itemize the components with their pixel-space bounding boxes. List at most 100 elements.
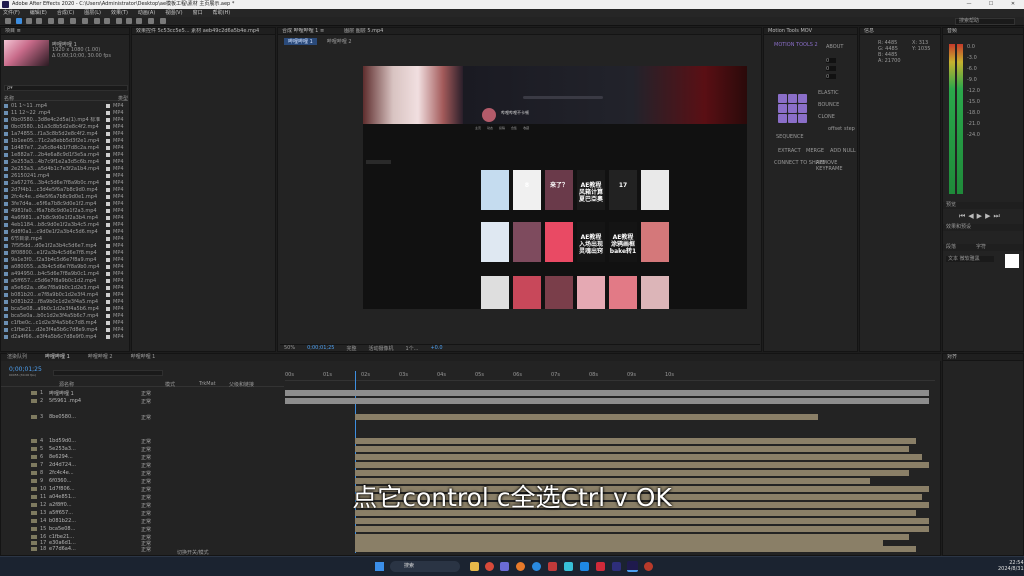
layer-mode[interactable]: 正常 [141, 462, 159, 469]
project-item[interactable]: 3fe7d4a...e5f6a7b8c9d0e1f2.mp4 MP4 [4, 201, 128, 206]
layer-source-name[interactable]: 2fc4c4e... [49, 470, 119, 476]
about-link[interactable]: ABOUT [826, 44, 843, 50]
font-select[interactable]: 文本 微软雅黑 [946, 256, 994, 262]
layer-mode[interactable]: 正常 [141, 470, 159, 477]
menu-edit[interactable]: 编辑(E) [30, 9, 47, 17]
layer-duration-bar[interactable] [355, 462, 929, 468]
label-swatch[interactable] [106, 243, 110, 248]
layer-row[interactable]: 7 2d4d724... 正常 [1, 462, 284, 468]
system-clock[interactable]: 22:54 2024/8/31 [998, 560, 1024, 572]
taskbar-search[interactable]: 搜索 [390, 561, 460, 572]
video-tile[interactable] [545, 170, 573, 210]
project-item[interactable]: a494950...b4c5d6e7f8a9b0c1.mp4 MP4 [4, 271, 128, 276]
label-swatch[interactable] [106, 124, 110, 129]
app-icon[interactable] [596, 562, 605, 571]
label-swatch[interactable] [106, 173, 110, 178]
eraser-tool-icon[interactable] [136, 18, 142, 24]
project-item[interactable]: 01 1~11 .mp4 MP4 [4, 103, 128, 108]
layer-source-name[interactable]: b081b22... [49, 518, 119, 524]
align-button[interactable] [798, 114, 807, 123]
layer-mode[interactable]: 正常 [141, 398, 159, 405]
photoshop-icon[interactable] [612, 562, 621, 571]
project-item[interactable]: 1a74855...f1a3c8b5d2e8c4f2.mp4 MP4 [4, 131, 128, 136]
composition-tab[interactable]: 合成 哔哩哔哩 1 ≡ [282, 28, 324, 34]
layer-label-color[interactable] [31, 471, 37, 475]
layer-source-name[interactable]: 哔哩哔哩 1 [49, 390, 119, 397]
layer-mode[interactable]: 正常 [141, 454, 159, 461]
merge-button[interactable]: MERGE [806, 148, 824, 154]
label-swatch[interactable] [106, 271, 110, 276]
puppet-tool-icon[interactable] [160, 18, 166, 24]
align-header[interactable]: 对齐 [943, 354, 1023, 361]
label-swatch[interactable] [106, 264, 110, 269]
menu-file[interactable]: 文件(F) [3, 9, 20, 17]
layer-mode[interactable]: 正常 [141, 518, 159, 525]
comp-tab-2[interactable]: 哔哩哔哩 2 [323, 38, 356, 45]
label-swatch[interactable] [106, 327, 110, 332]
layer-label-color[interactable] [31, 547, 37, 551]
align-button[interactable] [788, 114, 797, 123]
layer-duration-bar[interactable] [355, 438, 916, 444]
extract-button[interactable]: EXTRACT [778, 148, 801, 154]
layer-duration-bar[interactable] [355, 414, 818, 420]
comp-tab-1[interactable]: 哔哩哔哩 1 [284, 38, 317, 45]
project-item[interactable]: bca5e08...a9b0c1d2e3f4a5b6.mp4 MP4 [4, 306, 128, 311]
layer-row[interactable]: 6 8e6294... 正常 [1, 454, 284, 460]
layer-source-name[interactable]: 5f5961 .mp4 [49, 398, 119, 404]
project-search-input[interactable]: ρ▾ [4, 85, 128, 91]
label-swatch[interactable] [106, 166, 110, 171]
layer-source-name[interactable]: 1bd59d0... [49, 438, 119, 444]
video-tile[interactable] [641, 170, 669, 210]
align-button[interactable] [778, 114, 787, 123]
align-button[interactable] [778, 104, 787, 113]
app-icon[interactable] [500, 562, 509, 571]
maximize-button[interactable]: ☐ [980, 0, 1002, 9]
layer-duration-bar[interactable] [285, 390, 929, 396]
project-item[interactable]: 2a67276...3b4c5d6e7f8a9b0c.mp4 MP4 [4, 180, 128, 185]
project-item[interactable]: 7f5f5dd...d0e1f2a3b4c5d6e7.mp4 MP4 [4, 243, 128, 248]
layer-row[interactable]: 1 哔哩哔哩 1 正常 [1, 390, 284, 396]
layer-duration-bar[interactable] [285, 398, 929, 404]
project-item[interactable]: 6节目录.mp4 MP4 [4, 236, 128, 241]
brush-tool-icon[interactable] [116, 18, 122, 24]
col-mode[interactable]: 模式 [165, 381, 199, 388]
label-swatch[interactable] [106, 103, 110, 108]
project-panel-header[interactable]: 项目 ≡ [1, 28, 129, 35]
project-item[interactable]: 4eb1184...b8c9d0e1f2a3b4c5.mp4 MP4 [4, 222, 128, 227]
layer-mode[interactable]: 正常 [141, 446, 159, 453]
search-bar[interactable] [523, 96, 603, 99]
project-item[interactable]: b081b22...f8a9b0c1d2e3f4a5.mp4 MP4 [4, 299, 128, 304]
layer-label-color[interactable] [31, 527, 37, 531]
playback-controls[interactable]: ⏮◀▶▶⏭ [959, 212, 1003, 221]
close-button[interactable]: ✕ [1002, 0, 1024, 9]
project-item[interactable]: c1fbe0c...c1d2e3f4a5b6c7d8.mp4 MP4 [4, 320, 128, 325]
project-item[interactable]: 2fc4c4e...d4e5f6a7b8c9d0e1.mp4 MP4 [4, 194, 128, 199]
video-tile[interactable] [609, 170, 637, 210]
project-item[interactable]: 0bc0580...3d8e4c2d5a(1).mp4 标准 MP4 [4, 117, 128, 122]
label-swatch[interactable] [106, 138, 110, 143]
render-queue-tab[interactable]: 渲染队列 [7, 354, 27, 361]
video-tile[interactable] [481, 276, 509, 309]
label-swatch[interactable] [106, 285, 110, 290]
layer-label-color[interactable] [31, 541, 37, 545]
app-icon[interactable] [644, 562, 653, 571]
video-tile[interactable] [481, 170, 509, 210]
layer-row[interactable]: 3 8be0580... 正常 [1, 414, 284, 420]
tab-collections[interactable]: 合集 [511, 126, 517, 132]
project-item[interactable]: d2a4f66...e3f4a5b6c7d8e9f0.mp4 MP4 [4, 334, 128, 339]
layer-source-name[interactable]: bca5e08... [49, 526, 119, 532]
value-field-2[interactable]: 0 [826, 66, 836, 72]
views-select[interactable]: 1个... [405, 345, 418, 352]
project-item[interactable]: 4981fa0...f6a7b8c9d0e1f2a3.mp4 MP4 [4, 208, 128, 213]
align-button[interactable] [798, 104, 807, 113]
home-icon[interactable] [5, 18, 11, 24]
hand-tool-icon[interactable] [26, 18, 32, 24]
layer-label-color[interactable] [31, 439, 37, 443]
timeline-search-input[interactable] [53, 370, 163, 376]
sequence-button[interactable]: SEQUENCE [776, 134, 803, 140]
layer-row[interactable]: 18 e77d6a4... 正常 [1, 546, 284, 552]
label-swatch[interactable] [106, 201, 110, 206]
layer-duration-bar[interactable] [355, 470, 909, 476]
layer-mode[interactable]: 正常 [141, 438, 159, 445]
label-swatch[interactable] [106, 208, 110, 213]
